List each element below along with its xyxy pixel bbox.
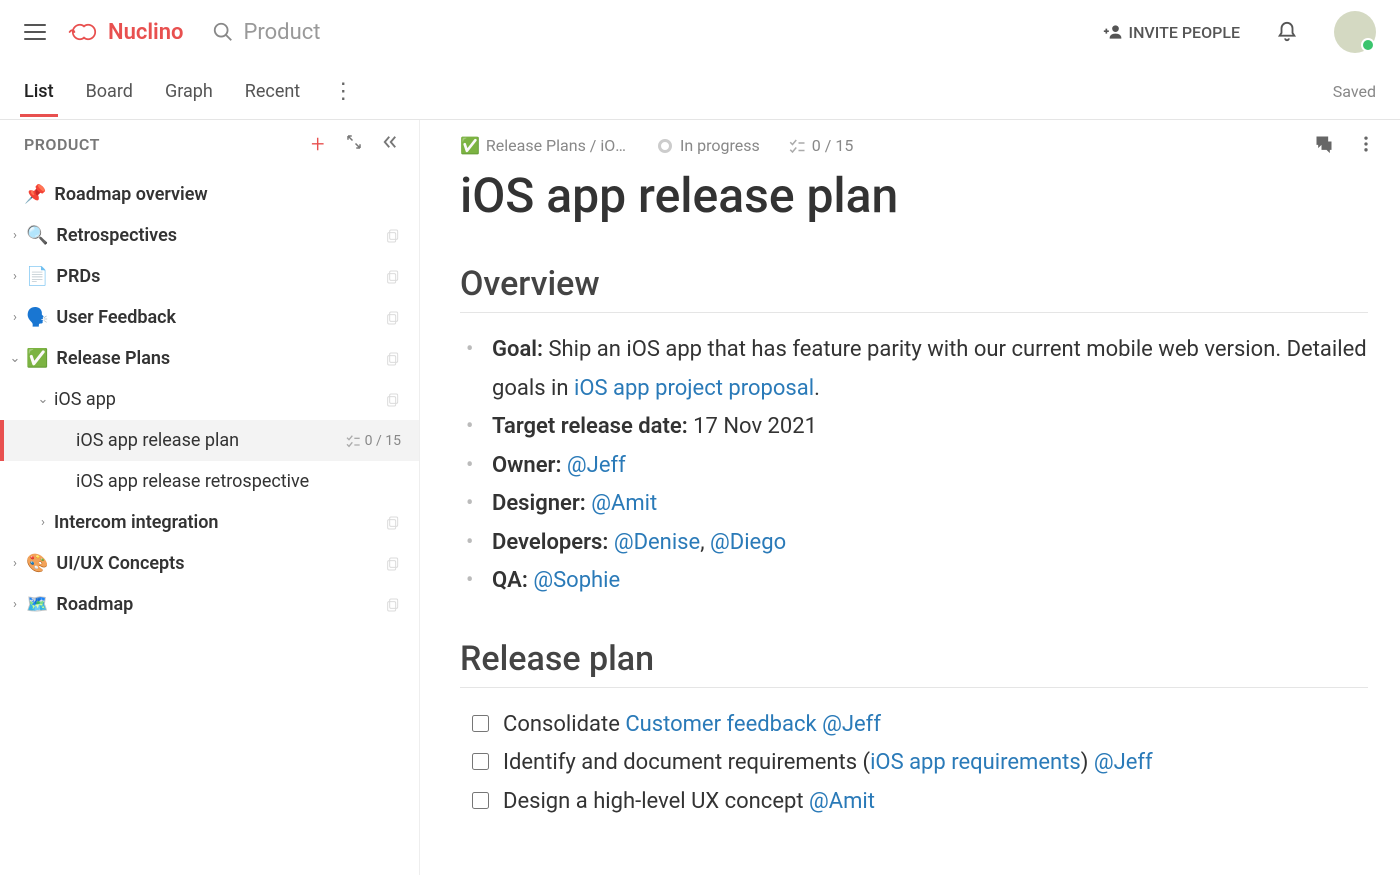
chevron-down-icon: ⌄	[8, 351, 22, 366]
overview-list: Goal: Ship an iOS app that has feature p…	[460, 331, 1368, 601]
overview-goal[interactable]: Goal: Ship an iOS app that has feature p…	[480, 331, 1368, 408]
mention-amit[interactable]: @Amit	[591, 491, 657, 516]
sidebar-tree: 📌 Roadmap overview › 🔍 Retrospectives › …	[0, 168, 419, 875]
task-item[interactable]: Identify and document requirements (iOS …	[472, 744, 1368, 783]
mention-jeff[interactable]: @Jeff	[822, 712, 881, 737]
tab-graph[interactable]: Graph	[165, 67, 213, 116]
tab-recent[interactable]: Recent	[245, 67, 300, 116]
copy-icon	[385, 269, 401, 285]
tab-list[interactable]: List	[24, 67, 54, 116]
save-status: Saved	[1333, 82, 1376, 101]
copy-icon	[385, 392, 401, 408]
sidebar-item-uiux[interactable]: › 🎨 UI/UX Concepts	[0, 543, 419, 584]
release-plan-heading: Release plan	[460, 639, 1368, 688]
comments-icon[interactable]	[1314, 134, 1334, 154]
brand-icon	[68, 20, 100, 44]
content-toolbar	[1314, 134, 1376, 154]
app-header: Nuclino Product INVITE PEOPLE	[0, 0, 1400, 64]
task-checkbox[interactable]	[472, 753, 489, 770]
invite-icon	[1103, 22, 1123, 42]
sidebar-title: PRODUCT	[24, 135, 293, 154]
sidebar-header: PRODUCT +	[0, 120, 419, 168]
overview-developers[interactable]: Developers: @Denise, @Diego	[480, 524, 1368, 563]
overview-heading: Overview	[460, 264, 1368, 313]
overview-target[interactable]: Target release date: 17 Nov 2021	[480, 408, 1368, 447]
sidebar-item-ios-retrospective[interactable]: iOS app release retrospective	[0, 461, 419, 502]
task-item[interactable]: Consolidate Customer feedback @Jeff	[472, 706, 1368, 745]
add-item-button[interactable]: +	[307, 132, 329, 156]
user-avatar[interactable]	[1334, 11, 1376, 53]
sidebar-item-user-feedback[interactable]: › 🗣️ User Feedback	[0, 297, 419, 338]
copy-icon	[385, 556, 401, 572]
overview-designer[interactable]: Designer: @Amit	[480, 485, 1368, 524]
status-dot-icon	[658, 139, 672, 153]
task-checkbox[interactable]	[472, 715, 489, 732]
mention-diego[interactable]: @Diego	[710, 530, 786, 555]
copy-icon	[385, 228, 401, 244]
status-indicator[interactable]: In progress	[658, 136, 760, 155]
menu-button[interactable]	[24, 18, 52, 46]
brand-logo[interactable]: Nuclino	[68, 20, 184, 45]
release-plan-checklist: Consolidate Customer feedback @Jeff Iden…	[460, 706, 1368, 822]
mention-denise[interactable]: @Denise	[614, 530, 700, 555]
sidebar-item-roadmap[interactable]: › 🗺️ Roadmap	[0, 584, 419, 625]
sidebar-item-retrospectives[interactable]: › 🔍 Retrospectives	[0, 215, 419, 256]
chevron-right-icon: ›	[8, 228, 22, 243]
copy-icon	[385, 515, 401, 531]
customer-feedback-link[interactable]: Customer feedback	[625, 712, 816, 737]
brand-text: Nuclino	[108, 20, 184, 45]
tab-board[interactable]: Board	[86, 67, 133, 116]
breadcrumb[interactable]: ✅ Release Plans / iOS…	[460, 136, 630, 155]
view-tabs: List Board Graph Recent ⋮ Saved	[0, 64, 1400, 120]
checklist-icon	[345, 433, 361, 449]
document-meta: ✅ Release Plans / iOS… In progress 0 / 1…	[460, 136, 1368, 155]
mention-sophie[interactable]: @Sophie	[533, 568, 620, 593]
search-icon	[212, 21, 234, 43]
checklist-icon	[788, 137, 806, 155]
notifications-icon[interactable]	[1276, 21, 1298, 43]
invite-label: INVITE PEOPLE	[1129, 23, 1240, 42]
task-item[interactable]: Design a high-level UX concept @Amit	[472, 783, 1368, 822]
progress-indicator[interactable]: 0 / 15	[788, 136, 854, 155]
pin-icon: 📌	[24, 184, 46, 205]
requirements-link[interactable]: iOS app requirements	[870, 750, 1081, 775]
sidebar-item-intercom[interactable]: › Intercom integration	[0, 502, 419, 543]
copy-icon	[385, 597, 401, 613]
invite-people-button[interactable]: INVITE PEOPLE	[1103, 22, 1240, 42]
document-title[interactable]: iOS app release plan	[460, 167, 1368, 224]
sidebar-item-release-plans[interactable]: ⌄ ✅ Release Plans	[0, 338, 419, 379]
pinned-item[interactable]: 📌 Roadmap overview	[0, 174, 419, 215]
mention-jeff[interactable]: @Jeff	[567, 453, 626, 478]
sidebar-item-ios-release-plan[interactable]: iOS app release plan 0 / 15	[0, 420, 419, 461]
progress-indicator: 0 / 15	[345, 433, 401, 449]
document-content: ✅ Release Plans / iOS… In progress 0 / 1…	[420, 120, 1400, 875]
sidebar-item-prds[interactable]: › 📄 PRDs	[0, 256, 419, 297]
mention-amit[interactable]: @Amit	[809, 789, 875, 814]
expand-icon[interactable]	[343, 133, 365, 155]
tree-label: Roadmap overview	[54, 184, 401, 205]
workspace-search[interactable]: Product	[212, 20, 1087, 45]
view-more-button[interactable]: ⋮	[332, 79, 354, 104]
workspace-name: Product	[244, 20, 321, 45]
sidebar: PRODUCT + 📌 Roadmap overview › 🔍 Retrosp…	[0, 120, 420, 875]
main-layout: PRODUCT + 📌 Roadmap overview › 🔍 Retrosp…	[0, 120, 1400, 875]
overview-owner[interactable]: Owner: @Jeff	[480, 447, 1368, 486]
task-checkbox[interactable]	[472, 792, 489, 809]
proposal-link[interactable]: iOS app project proposal	[574, 376, 814, 401]
collapse-sidebar-icon[interactable]	[379, 133, 401, 155]
overview-qa[interactable]: QA: @Sophie	[480, 562, 1368, 601]
more-options-icon[interactable]	[1356, 134, 1376, 154]
copy-icon	[385, 310, 401, 326]
copy-icon	[385, 351, 401, 367]
sidebar-item-ios-app[interactable]: ⌄ iOS app	[0, 379, 419, 420]
mention-jeff[interactable]: @Jeff	[1094, 750, 1153, 775]
